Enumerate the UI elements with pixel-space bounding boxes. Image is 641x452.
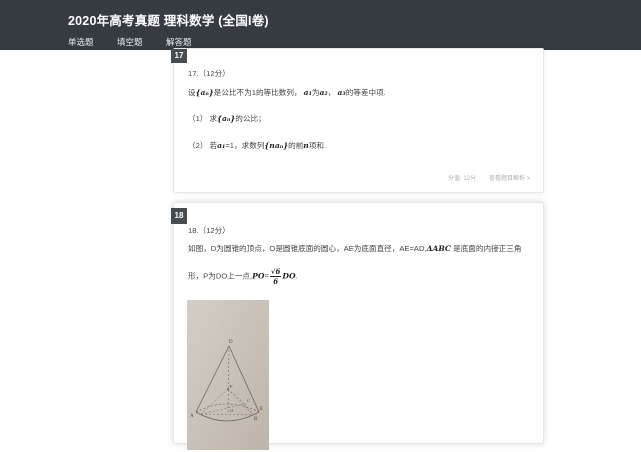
sub-question-2: （2） 若a₁=1，求数列{naₙ}的前n项和. bbox=[188, 141, 327, 150]
math-nan: {naₙ} bbox=[264, 141, 289, 150]
page-title: 2020年高考真题 理科数学 (全国I卷) bbox=[68, 14, 269, 28]
math-an: {aₙ} bbox=[195, 88, 214, 97]
question-card-17: 17 17.（12分） 设{aₙ}是公比不为1的等比数列， a₁为a₂， a₃的… bbox=[171, 48, 544, 193]
sub-question-1: （1） 求{aₙ}的公比； bbox=[188, 114, 266, 123]
math-fraction: √6 6 bbox=[269, 267, 282, 286]
math-a1: a₁ bbox=[303, 88, 312, 97]
label-a: A bbox=[190, 414, 194, 419]
cone-diagram: D P O A B C E bbox=[187, 300, 269, 450]
view-analysis-link[interactable]: 查看题目解析 > bbox=[489, 173, 530, 182]
label-d: D bbox=[229, 340, 233, 345]
math-po: PO bbox=[252, 271, 265, 281]
question-stem-line-1: 如图，D为圆锥的顶点，O是圆锥底面的圆心，AE为底面直径，AE=AD,ΔABC … bbox=[188, 244, 522, 253]
question-stem: 设{aₙ}是公比不为1的等比数列， a₁为a₂， a₃的等差中项. bbox=[188, 88, 386, 97]
tab-fill-blank[interactable]: 填空题 bbox=[117, 36, 143, 48]
label-c: C bbox=[247, 398, 250, 403]
math-do: DO bbox=[282, 271, 296, 281]
question-number-badge: 18 bbox=[171, 208, 187, 224]
tab-answer-questions[interactable]: 解答题 bbox=[166, 36, 192, 48]
question-heading: 18.（12分） bbox=[188, 226, 230, 235]
question-heading: 17.（12分） bbox=[188, 69, 230, 78]
math-triangle-abc: ΔABC bbox=[426, 244, 451, 253]
cone-figure-photo: D P O A B C E bbox=[187, 300, 269, 450]
tab-single-choice[interactable]: 单选题 bbox=[68, 36, 94, 48]
math-a3: a₃ bbox=[337, 88, 346, 97]
question-card-18: 18 18.（12分） 如图，D为圆锥的顶点，O是圆锥底面的圆心，AE为底面直径… bbox=[171, 202, 544, 450]
question-number-badge: 17 bbox=[171, 49, 187, 63]
math-an: {aₙ} bbox=[217, 114, 236, 123]
top-bar: 2020年高考真题 理科数学 (全国I卷) 单选题 填空题 解答题 bbox=[0, 0, 641, 50]
question-stem-line-2: 形，P为DO上一点,PO= √6 6 DO. bbox=[188, 267, 298, 286]
score-label: 分值: 12分 bbox=[448, 176, 477, 182]
math-a2: a₂ bbox=[319, 88, 328, 97]
label-e: E bbox=[260, 407, 263, 412]
